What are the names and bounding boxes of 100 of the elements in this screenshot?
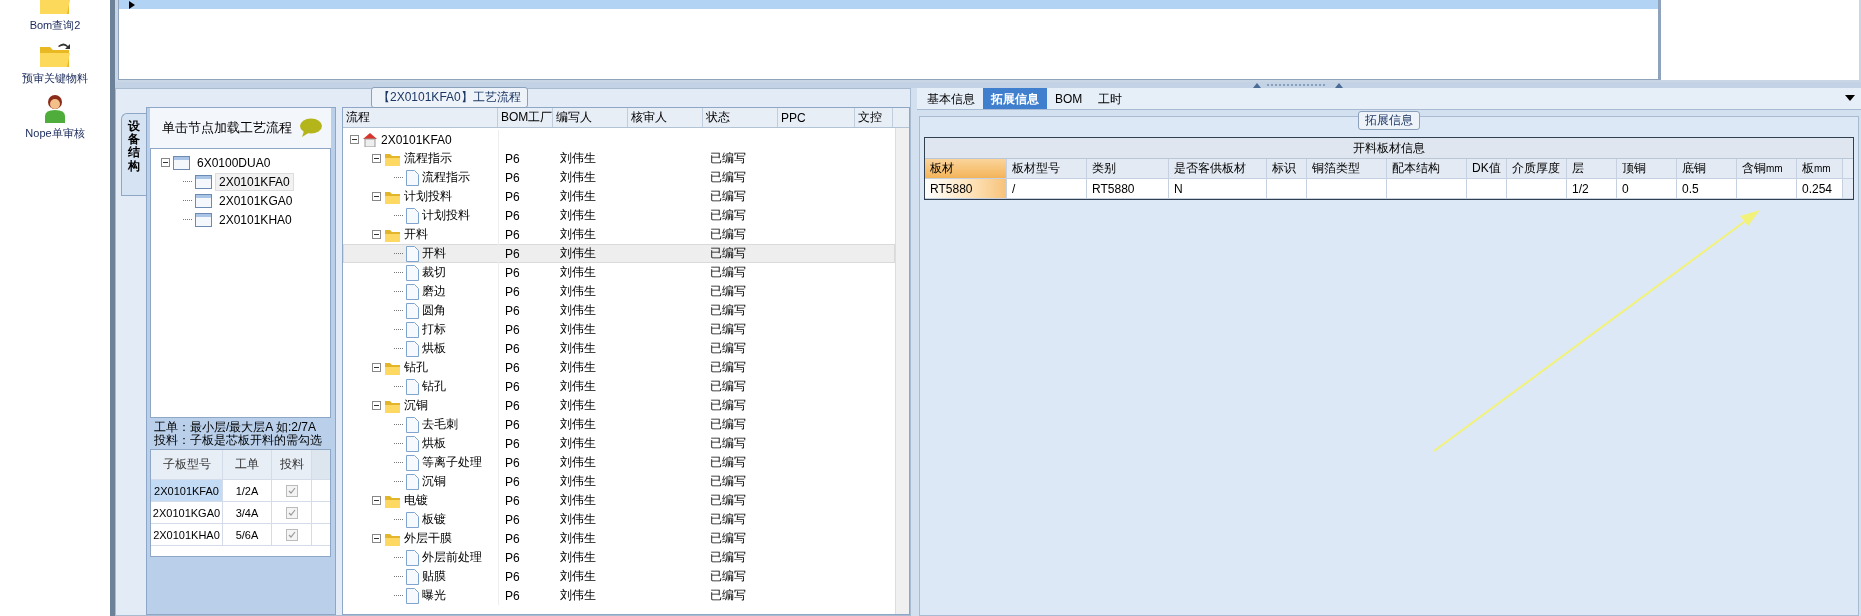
- table-row[interactable]: 裁切 P6 刘伟生 已编写: [343, 263, 895, 282]
- table-row[interactable]: 沉铜 P6 刘伟生 已编写: [343, 472, 895, 491]
- tree-node[interactable]: 去毛刺: [422, 416, 458, 433]
- checkbox[interactable]: [285, 528, 298, 541]
- table-row[interactable]: 外层前处理 P6 刘伟生 已编写: [343, 548, 895, 567]
- table-row[interactable]: 板镀 P6 刘伟生 已编写: [343, 510, 895, 529]
- column-header[interactable]: 板材: [925, 159, 1007, 178]
- tree-node[interactable]: 2X0101KHA0: [215, 210, 296, 229]
- tree-node[interactable]: 沉铜: [404, 397, 428, 414]
- tree-node[interactable]: 烘板: [422, 435, 446, 452]
- tree-node[interactable]: 磨边: [422, 283, 446, 300]
- column-header[interactable]: 流程: [343, 108, 498, 127]
- column-header[interactable]: PPC: [778, 108, 855, 127]
- collapse-toggle-icon[interactable]: [372, 363, 381, 372]
- collapse-toggle-icon[interactable]: [372, 230, 381, 239]
- tree-node[interactable]: 钻孔: [404, 359, 428, 376]
- table-row[interactable]: 计划投料 P6 刘伟生 已编写: [343, 206, 895, 225]
- table-row[interactable]: 流程指示 P6 刘伟生 已编写: [343, 149, 895, 168]
- dropdown-icon[interactable]: [1845, 95, 1855, 101]
- sidebar-label[interactable]: Nope单审核: [25, 126, 85, 141]
- sidebar-label[interactable]: 预审关键物料: [22, 71, 88, 86]
- tree-node[interactable]: 外层前处理: [422, 549, 482, 566]
- table-cell[interactable]: 2X0101KFA0: [151, 480, 223, 501]
- tab[interactable]: 工时: [1090, 88, 1131, 109]
- folder-arrow-icon[interactable]: [38, 41, 72, 69]
- document-icon: [406, 283, 419, 300]
- table-row[interactable]: 圆角 P6 刘伟生 已编写: [343, 301, 895, 320]
- collapse-toggle-icon[interactable]: [161, 158, 170, 167]
- column-header[interactable]: 核审人: [628, 108, 703, 127]
- column-header[interactable]: BOM工厂: [498, 108, 553, 127]
- tree-node[interactable]: 电镀: [404, 492, 428, 509]
- table-row[interactable]: 外层干膜 P6 刘伟生 已编写: [343, 529, 895, 548]
- table-row[interactable]: 贴膜 P6 刘伟生 已编写: [343, 567, 895, 586]
- column-header[interactable]: 文控: [855, 108, 893, 127]
- collapse-toggle-icon[interactable]: [372, 534, 381, 543]
- tree-node[interactable]: 流程指示: [422, 169, 470, 186]
- tree-node[interactable]: 烘板: [422, 340, 446, 357]
- collapse-toggle-icon[interactable]: [372, 154, 381, 163]
- panel-hint: 单击节点加载工艺流程: [162, 119, 292, 137]
- tab[interactable]: 拓展信息: [983, 88, 1047, 109]
- side-tab[interactable]: 设备结构: [121, 113, 146, 196]
- table-cell-text: P6: [504, 360, 521, 375]
- tree-node[interactable]: 打标: [422, 321, 446, 338]
- document-icon: [406, 549, 419, 566]
- tree-node[interactable]: 钻孔: [422, 378, 446, 395]
- tree-node[interactable]: 沉铜: [422, 473, 446, 490]
- splitter-handle-icon[interactable]: [1253, 82, 1343, 88]
- tree-node[interactable]: 2X0101KFA0: [215, 172, 294, 191]
- table-row[interactable]: 2X0101KFA0: [343, 130, 895, 149]
- checkbox[interactable]: [285, 484, 298, 497]
- collapse-toggle-icon[interactable]: [372, 401, 381, 410]
- tree-node[interactable]: 贴膜: [422, 568, 446, 585]
- tree-node[interactable]: 开料: [422, 245, 446, 262]
- table-row[interactable]: 烘板 P6 刘伟生 已编写: [343, 339, 895, 358]
- tree-node[interactable]: 流程指示: [404, 150, 452, 167]
- table-cell[interactable]: 2X0101KGA0: [151, 502, 223, 523]
- scrollbar[interactable]: [895, 128, 909, 614]
- table-row[interactable]: 等离子处理 P6 刘伟生 已编写: [343, 453, 895, 472]
- table-row[interactable]: 流程指示 P6 刘伟生 已编写: [343, 168, 895, 187]
- column-header[interactable]: 状态: [703, 108, 778, 127]
- tree-node[interactable]: 曝光: [422, 587, 446, 604]
- table-row[interactable]: 烘板 P6 刘伟生 已编写: [343, 434, 895, 453]
- table-row[interactable]: 打标 P6 刘伟生 已编写: [343, 320, 895, 339]
- tree-node[interactable]: 圆角: [422, 302, 446, 319]
- table-cell-text: P6: [504, 512, 521, 527]
- table-row[interactable]: 钻孔 P6 刘伟生 已编写: [343, 358, 895, 377]
- tree-node[interactable]: 开料: [404, 226, 428, 243]
- table-row[interactable]: 钻孔 P6 刘伟生 已编写: [343, 377, 895, 396]
- checkbox[interactable]: [285, 506, 298, 519]
- tree-node[interactable]: 2X0101KFA0: [381, 132, 452, 147]
- table-row[interactable]: 曝光 P6 刘伟生 已编写: [343, 586, 895, 605]
- tab[interactable]: BOM: [1047, 88, 1091, 109]
- collapse-toggle-icon[interactable]: [350, 135, 359, 144]
- document-icon: [406, 340, 419, 357]
- table-cell[interactable]: 2X0101KHA0: [151, 524, 223, 545]
- tree-node[interactable]: 裁切: [422, 264, 446, 281]
- sidebar-label[interactable]: Bom查询2: [29, 18, 81, 33]
- tree-node[interactable]: 计划投料: [404, 188, 452, 205]
- table-row[interactable]: 去毛刺 P6 刘伟生 已编写: [343, 415, 895, 434]
- tree-node[interactable]: 等离子处理: [422, 454, 482, 471]
- tree-node[interactable]: 6X0100DUA0: [193, 153, 275, 172]
- tab[interactable]: 基本信息: [919, 88, 983, 109]
- column-header[interactable]: 工单: [223, 450, 272, 479]
- table-cell-text: P6: [504, 227, 521, 242]
- column-header[interactable]: 编写人: [553, 108, 628, 127]
- collapse-toggle-icon[interactable]: [372, 496, 381, 505]
- column-header[interactable]: 子板型号: [151, 450, 223, 479]
- table-row[interactable]: 计划投料 P6 刘伟生 已编写: [343, 187, 895, 206]
- collapse-toggle-icon[interactable]: [372, 192, 381, 201]
- tree-node[interactable]: 外层干膜: [404, 530, 452, 547]
- user-icon[interactable]: [42, 94, 68, 124]
- table-row[interactable]: 沉铜 P6 刘伟生 已编写: [343, 396, 895, 415]
- document-icon: [406, 169, 419, 186]
- table-cell-text: 刘伟生: [559, 454, 597, 471]
- tree-node[interactable]: 2X0101KGA0: [215, 191, 297, 210]
- table-row[interactable]: 开料 P6 刘伟生 已编写: [343, 244, 895, 263]
- table-row[interactable]: 磨边 P6 刘伟生 已编写: [343, 282, 895, 301]
- table-row[interactable]: 电镀 P6 刘伟生 已编写: [343, 491, 895, 510]
- tree-node[interactable]: 计划投料: [422, 207, 470, 224]
- tree-node[interactable]: 板镀: [422, 511, 446, 528]
